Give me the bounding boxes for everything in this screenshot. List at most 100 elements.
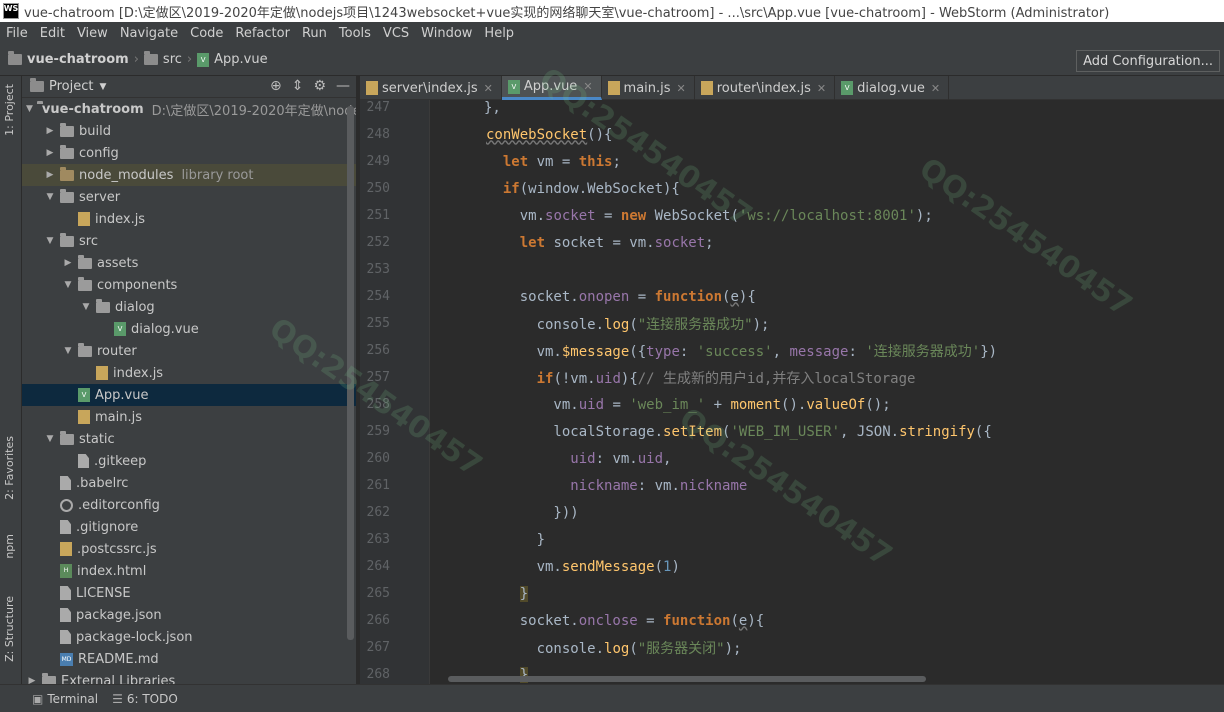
tree-item[interactable]: ▶ node_modules library root — [22, 164, 356, 186]
close-icon[interactable]: ✕ — [817, 82, 826, 95]
menu-file[interactable]: File — [0, 26, 34, 41]
menu-view[interactable]: View — [71, 26, 114, 41]
tree-item[interactable]: package-lock.json — [22, 626, 356, 648]
editor-tab-label: App.vue — [523, 79, 578, 94]
tree-item-label: .editorconfig — [78, 497, 160, 513]
tree-item[interactable]: .postcssrc.js — [22, 538, 356, 560]
hide-icon[interactable]: — — [336, 78, 350, 94]
menu-help[interactable]: Help — [478, 26, 520, 41]
add-configuration-button[interactable]: Add Configuration... — [1076, 50, 1220, 72]
menu-tools[interactable]: Tools — [333, 26, 377, 41]
tree-item[interactable]: ▼ server — [22, 186, 356, 208]
tree-item[interactable]: MD README.md — [22, 648, 356, 670]
tree-item-label: server — [79, 189, 121, 205]
project-panel: Project ▼ ⊕ ⇕ ⚙ — ▼ vue-chatroom D:\定做区\20… — [22, 76, 356, 684]
gear-icon[interactable]: ⚙ — [313, 78, 326, 94]
tree-item[interactable]: .babelrc — [22, 472, 356, 494]
code-line: 265 } — [360, 580, 1224, 607]
line-number: 254 — [366, 289, 390, 304]
terminal-tab[interactable]: Terminal — [47, 692, 98, 706]
code-text: } — [486, 531, 546, 548]
tree-item[interactable]: Vdialog.vue — [22, 318, 356, 340]
project-icon — [30, 78, 44, 92]
tree-item[interactable]: ▶ External Libraries — [22, 670, 356, 684]
project-panel-title[interactable]: Project — [49, 79, 93, 94]
tree-item-label: main.js — [95, 409, 142, 425]
tree-item-label: .babelrc — [76, 475, 129, 491]
tree-item[interactable]: .editorconfig — [22, 494, 356, 516]
tree-item[interactable]: index.js — [22, 208, 356, 230]
status-bar: ▣ Terminal ☰ 6: TODO — [0, 684, 1224, 712]
menu-edit[interactable]: Edit — [34, 26, 71, 41]
tree-item[interactable]: ▼ static — [22, 428, 356, 450]
todo-tab[interactable]: 6: TODO — [127, 692, 178, 706]
close-icon[interactable]: ✕ — [583, 80, 592, 93]
breadcrumb-project[interactable]: vue-chatroom — [27, 52, 129, 67]
tree-item[interactable]: LICENSE — [22, 582, 356, 604]
tree-item[interactable]: .gitignore — [22, 516, 356, 538]
collapse-icon[interactable]: ⇕ — [292, 78, 304, 94]
breadcrumb-file[interactable]: App.vue — [214, 52, 267, 67]
favorites-tool-tab[interactable]: 2: Favorites — [3, 436, 16, 500]
code-text: vm.sendMessage(1) — [486, 558, 680, 575]
tree-item[interactable]: ▶ assets — [22, 252, 356, 274]
locate-icon[interactable]: ⊕ — [270, 78, 282, 94]
collapse-arrow-icon[interactable]: ▶ — [26, 676, 38, 684]
structure-tool-tab[interactable]: Z: Structure — [3, 596, 16, 662]
chevron-down-icon[interactable]: ▼ — [99, 82, 106, 92]
tree-item[interactable]: index.js — [22, 362, 356, 384]
npm-tool-tab[interactable]: npm — [3, 534, 16, 559]
line-number: 248 — [366, 127, 390, 142]
close-icon[interactable]: ✕ — [677, 82, 686, 95]
js-file-icon — [96, 366, 108, 380]
tree-item[interactable]: ▼ dialog — [22, 296, 356, 318]
expand-arrow-icon[interactable]: ▼ — [62, 346, 74, 356]
expand-arrow-icon[interactable]: ▼ — [44, 236, 56, 246]
menu-navigate[interactable]: Navigate — [114, 26, 184, 41]
editor-horizontal-scrollbar[interactable] — [448, 676, 926, 682]
project-scrollbar[interactable] — [347, 106, 354, 640]
collapse-arrow-icon[interactable]: ▶ — [44, 170, 56, 180]
menu-refactor[interactable]: Refactor — [229, 26, 296, 41]
expand-arrow-icon[interactable]: ▼ — [62, 280, 74, 290]
tree-item[interactable]: ▼ components — [22, 274, 356, 296]
menu-window[interactable]: Window — [415, 26, 478, 41]
menu-run[interactable]: Run — [296, 26, 333, 41]
webstorm-logo-icon: WS — [3, 3, 19, 19]
menu-vcs[interactable]: VCS — [377, 26, 415, 41]
code-area[interactable]: 247}, 248 conWebSocket(){249 let vm = this… — [360, 94, 1224, 684]
expand-arrow-icon[interactable]: ▼ — [26, 104, 33, 114]
tree-item[interactable]: ▶ config — [22, 142, 356, 164]
collapse-arrow-icon[interactable]: ▶ — [44, 126, 56, 136]
expand-arrow-icon[interactable]: ▼ — [80, 302, 92, 312]
tree-item[interactable]: package.json — [22, 604, 356, 626]
config-file-icon — [60, 498, 73, 512]
expand-arrow-icon[interactable]: ▼ — [44, 434, 56, 444]
breadcrumb-folder[interactable]: src — [163, 52, 182, 67]
expand-arrow-icon[interactable]: ▼ — [44, 192, 56, 202]
tree-item-label: .postcssrc.js — [77, 541, 157, 557]
project-tool-tab[interactable]: 1: Project — [3, 84, 16, 136]
menu-code[interactable]: Code — [184, 26, 229, 41]
tree-item-label: assets — [97, 255, 139, 271]
code-text: uid: vm.uid, — [570, 450, 672, 467]
collapse-arrow-icon[interactable]: ▶ — [44, 148, 56, 158]
left-tool-strip: 1: Project 2: Favorites npm Z: Structure — [0, 76, 22, 684]
code-line: 247}, — [360, 94, 1224, 121]
code-line: 254 socket.onopen = function(e){ — [360, 283, 1224, 310]
tree-item[interactable]: ▼ src — [22, 230, 356, 252]
vue-file-icon: V — [78, 388, 90, 402]
tree-item[interactable]: ▶ build — [22, 120, 356, 142]
tree-item[interactable]: Hindex.html — [22, 560, 356, 582]
close-icon[interactable]: ✕ — [484, 82, 493, 95]
tree-item[interactable]: ▼ vue-chatroom D:\定做区\2019-2020年定做\nodejs — [22, 98, 356, 120]
tree-item[interactable]: .gitkeep — [22, 450, 356, 472]
tree-item[interactable]: ▼ router — [22, 340, 356, 362]
folder-icon — [60, 144, 74, 159]
vue-file-icon: V — [841, 81, 854, 95]
close-icon[interactable]: ✕ — [931, 82, 940, 95]
collapse-arrow-icon[interactable]: ▶ — [62, 258, 74, 268]
tree-item[interactable]: V App.vue — [22, 384, 356, 406]
tree-item-label: build — [79, 123, 111, 139]
tree-item[interactable]: main.js — [22, 406, 356, 428]
